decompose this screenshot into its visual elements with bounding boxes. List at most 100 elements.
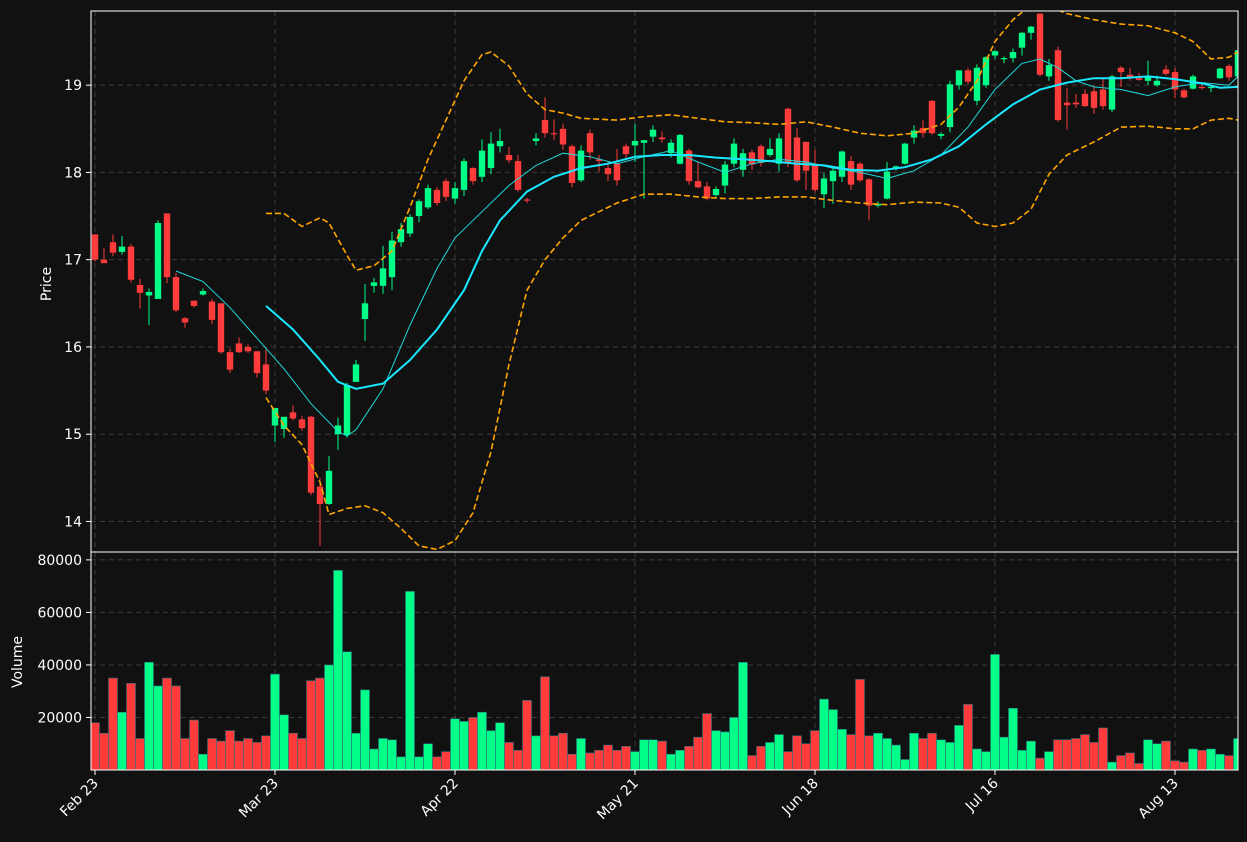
candle-body [343,385,351,436]
volume-bar [693,736,703,770]
price-tick-label: 15 [64,427,82,443]
volume-bar [837,728,847,770]
volume-bar [243,738,253,770]
volume-bar [486,730,496,770]
candle-body [559,128,567,145]
volume-bar [1053,739,1063,770]
candle-body [487,143,495,169]
candle-body [298,419,306,429]
volume-bar [126,683,136,770]
volume-bar [504,742,514,770]
volume-bar [342,651,352,770]
candle-body [244,346,252,352]
volume-bar [279,714,289,770]
volume-bar [1206,748,1216,770]
volume-bar [324,664,334,770]
candle-body [982,57,990,86]
volume-bar [369,748,379,770]
volume-bar [720,731,730,770]
volume-bar [1197,750,1207,770]
candle-body [838,151,846,177]
candle-body [325,470,333,505]
volume-bar [936,739,946,770]
candle-body [613,163,621,181]
candle-body [712,189,720,196]
volume-bar [1215,753,1225,770]
candle-body [928,100,936,134]
volume-bar [612,750,622,770]
volume-bar [1143,739,1153,770]
volume-bar [576,738,586,770]
volume-bar [657,740,667,770]
volume-bar [1170,760,1180,770]
volume-bar [432,756,442,770]
candle-body [100,259,108,264]
candle-body [235,343,243,353]
candle-body [478,150,486,177]
candle-body [748,152,756,165]
candle-body [190,300,198,306]
volume-bar [648,739,658,770]
volume-bar [99,732,109,770]
candle-body [1000,58,1008,60]
candle-body [730,143,738,164]
volume-bar [900,759,910,770]
candle-body [505,154,513,161]
volume-bar [1098,727,1108,770]
price-plot-area [91,11,1238,552]
candle-body [829,170,837,182]
candle-body [1018,32,1026,48]
volume-bar [819,698,829,770]
volume-bar [189,719,199,770]
volume-bar [171,685,181,770]
volume-bar [927,732,937,770]
volume-bar [513,750,523,770]
candle-body [550,133,558,135]
candle-body [424,188,432,208]
candle-body [460,161,468,190]
candle-body [1216,68,1224,79]
volume-bar [1008,707,1018,770]
volume-bar [378,738,388,770]
volume-bar [306,680,316,770]
volume-bar [747,755,757,770]
volume-bar [711,730,721,770]
candle-body [181,318,189,323]
candle-body [541,120,549,134]
candle-body [523,199,531,201]
candle-body [1153,80,1161,86]
volume-bar [405,591,415,770]
volume-bar [864,735,874,770]
candle-body [1027,26,1035,33]
candle-body [820,178,828,195]
candle-body [307,416,315,493]
volume-bar [945,742,955,770]
candle-body [694,181,702,188]
volume-bar [162,677,172,770]
volume-bar [333,570,343,770]
candle-body [1081,93,1089,107]
volume-bar [558,732,568,770]
volume-bar [315,677,325,770]
volume-tick-label: 20000 [37,710,82,726]
volume-bar [234,740,244,770]
candle-body [91,234,99,260]
candle-body [1162,69,1170,74]
volume-bar [549,735,559,770]
volume-bar [153,685,163,770]
candle-body [1225,65,1233,78]
candle-body [226,352,234,370]
candle-body [1090,91,1098,108]
volume-bar [468,717,478,770]
candle-body [1099,89,1107,107]
volume-bar [252,742,262,770]
volume-bar [423,743,433,770]
volume-bar [1107,761,1117,770]
candle-body [433,189,441,203]
volume-bar [666,753,676,770]
candle-body [379,268,387,286]
volume-bar [108,677,118,770]
volume-bar [729,717,739,770]
volume-bar [846,734,856,770]
candle-body [1180,90,1188,98]
